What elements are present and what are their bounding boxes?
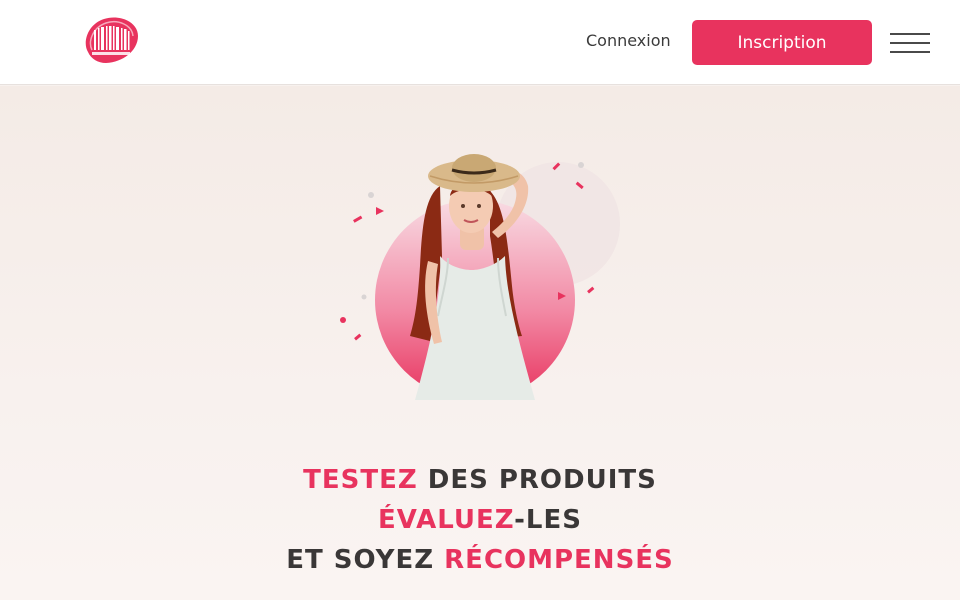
menu-line xyxy=(890,51,930,53)
headline-accent-testez: TESTEZ xyxy=(303,465,418,495)
headline-line-3: ET SOYEZ RÉCOMPENSÉS xyxy=(0,540,960,580)
menu-line xyxy=(890,33,930,35)
hamburger-menu-icon[interactable] xyxy=(890,30,932,56)
menu-line xyxy=(890,42,930,44)
hero-image xyxy=(330,146,630,406)
hero-headline: TESTEZ DES PRODUITS ÉVALUEZ-LES ET SOYEZ… xyxy=(0,460,960,580)
headline-accent-recompenses: RÉCOMPENSÉS xyxy=(444,545,674,575)
headline-text-les: -LES xyxy=(514,505,582,535)
hero-section: TESTEZ DES PRODUITS ÉVALUEZ-LES ET SOYEZ… xyxy=(0,86,960,600)
headline-accent-evaluez: ÉVALUEZ xyxy=(377,505,515,535)
signup-button[interactable]: Inscription xyxy=(692,20,872,65)
login-link[interactable]: Connexion xyxy=(586,31,671,50)
headline-text-produits: DES PRODUITS xyxy=(417,465,657,495)
top-header: Connexion Inscription xyxy=(0,0,960,85)
headline-text-soyez: ET SOYEZ xyxy=(286,545,445,575)
barcode-logo-icon[interactable] xyxy=(80,14,142,66)
headline-line-2: ÉVALUEZ-LES xyxy=(0,500,960,540)
headline-line-1: TESTEZ DES PRODUITS xyxy=(0,460,960,500)
